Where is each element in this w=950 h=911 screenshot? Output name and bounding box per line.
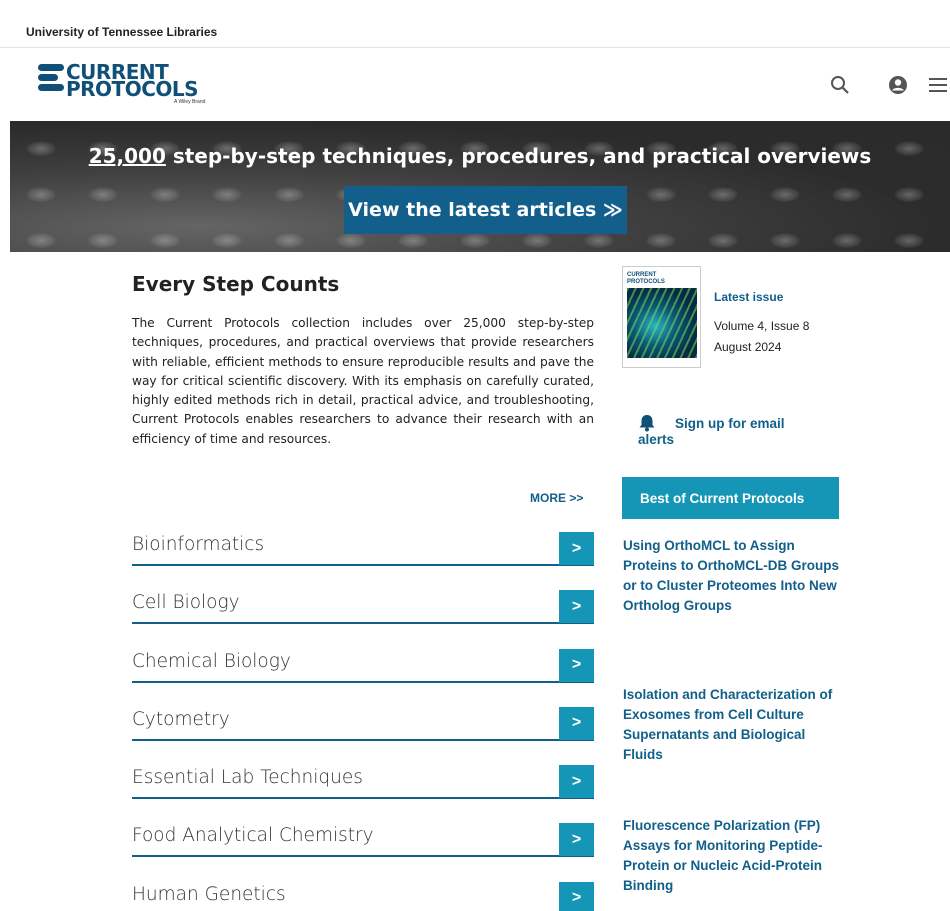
category-label: Cell Biology (132, 592, 240, 614)
site-header: CURRENT PROTOCOLS A Wiley Brand (0, 49, 950, 121)
banner-headline-text: step-by-step techniques, procedures, and… (165, 144, 872, 168)
category-label: Bioinformatics (132, 534, 265, 555)
alert-label-line2: alerts (638, 432, 675, 447)
category-cell-biology[interactable]: Cell Biology > (132, 590, 594, 648)
cover-title: CURRENT PROTOCOLS (627, 272, 665, 285)
account-icon[interactable] (886, 73, 910, 97)
category-underline (132, 855, 594, 858)
logo-word-protocols: PROTOCOLS (66, 77, 199, 101)
best-of-heading: Best of Current Protocols (622, 477, 839, 519)
issue-date: August 2024 (714, 340, 782, 354)
search-icon[interactable] (828, 73, 852, 97)
institution-bar: University of Tennessee Libraries (0, 0, 950, 48)
category-chemical-biology[interactable]: Chemical Biology > (132, 648, 594, 707)
category-label: Human Genetics (132, 883, 286, 905)
logo-mark-icon (38, 64, 64, 94)
logo-tagline: A Wiley Brand (174, 99, 206, 105)
featured-article-link[interactable]: Isolation and Characterization of Exosom… (623, 685, 841, 765)
current-protocols-logo[interactable]: CURRENT PROTOCOLS A Wiley Brand (38, 60, 218, 107)
banner-count-link[interactable]: 25,000 (89, 144, 166, 168)
page-title: Every Step Counts (132, 272, 340, 296)
category-cytometry[interactable]: Cytometry > (132, 706, 594, 765)
category-human-genetics[interactable]: Human Genetics > (132, 881, 594, 911)
category-go-button[interactable]: > (559, 706, 594, 740)
category-go-button[interactable]: > (559, 881, 594, 911)
issue-volume: Volume 4, Issue 8 (714, 319, 810, 333)
category-list: Bioinformatics > Cell Biology > Chemical… (132, 532, 594, 911)
category-underline (132, 797, 594, 800)
category-go-button[interactable]: > (559, 532, 594, 565)
category-go-button[interactable]: > (559, 823, 594, 857)
featured-article-link[interactable]: Fluorescence Polarization (FP) Assays fo… (623, 816, 841, 896)
category-underline (132, 738, 594, 741)
category-underline (132, 680, 594, 683)
menu-icon[interactable] (926, 73, 950, 97)
intro-paragraph: The Current Protocols collection include… (132, 316, 594, 446)
category-bioinformatics[interactable]: Bioinformatics > (132, 532, 594, 590)
latest-issue-cover[interactable]: CURRENT PROTOCOLS (622, 266, 701, 368)
featured-article-link[interactable]: Using OrthoMCL to Assign Proteins to Ort… (623, 536, 841, 616)
view-latest-articles-button[interactable]: View the latest articles ≫ (344, 186, 627, 234)
main-content: Every Step Counts The Current Protocols … (132, 262, 594, 505)
more-link[interactable]: MORE >> (530, 491, 583, 505)
category-label: Chemical Biology (132, 650, 291, 672)
banner-headline: 25,000 step-by-step techniques, procedur… (10, 144, 950, 168)
category-go-button[interactable]: > (559, 765, 594, 799)
category-label: Cytometry (132, 708, 230, 730)
alert-label-line1: Sign up for email (675, 416, 785, 431)
latest-issue-link[interactable]: Latest issue (714, 290, 783, 304)
category-underline (132, 564, 594, 566)
category-go-button[interactable]: > (559, 590, 594, 624)
category-go-button[interactable]: > (559, 648, 594, 682)
double-chevron-right-icon: ≫ (602, 199, 623, 221)
bell-icon (639, 415, 655, 432)
cta-label: View the latest articles (348, 199, 597, 221)
hero-banner: 25,000 step-by-step techniques, procedur… (10, 121, 950, 252)
category-label: Essential Lab Techniques (132, 767, 363, 789)
category-essential-lab-techniques[interactable]: Essential Lab Techniques > (132, 765, 594, 823)
cover-image (627, 288, 697, 364)
category-food-analytical-chemistry[interactable]: Food Analytical Chemistry > (132, 823, 594, 881)
institution-name: University of Tennessee Libraries (26, 25, 218, 39)
category-label: Food Analytical Chemistry (132, 825, 374, 847)
category-underline (132, 622, 594, 625)
